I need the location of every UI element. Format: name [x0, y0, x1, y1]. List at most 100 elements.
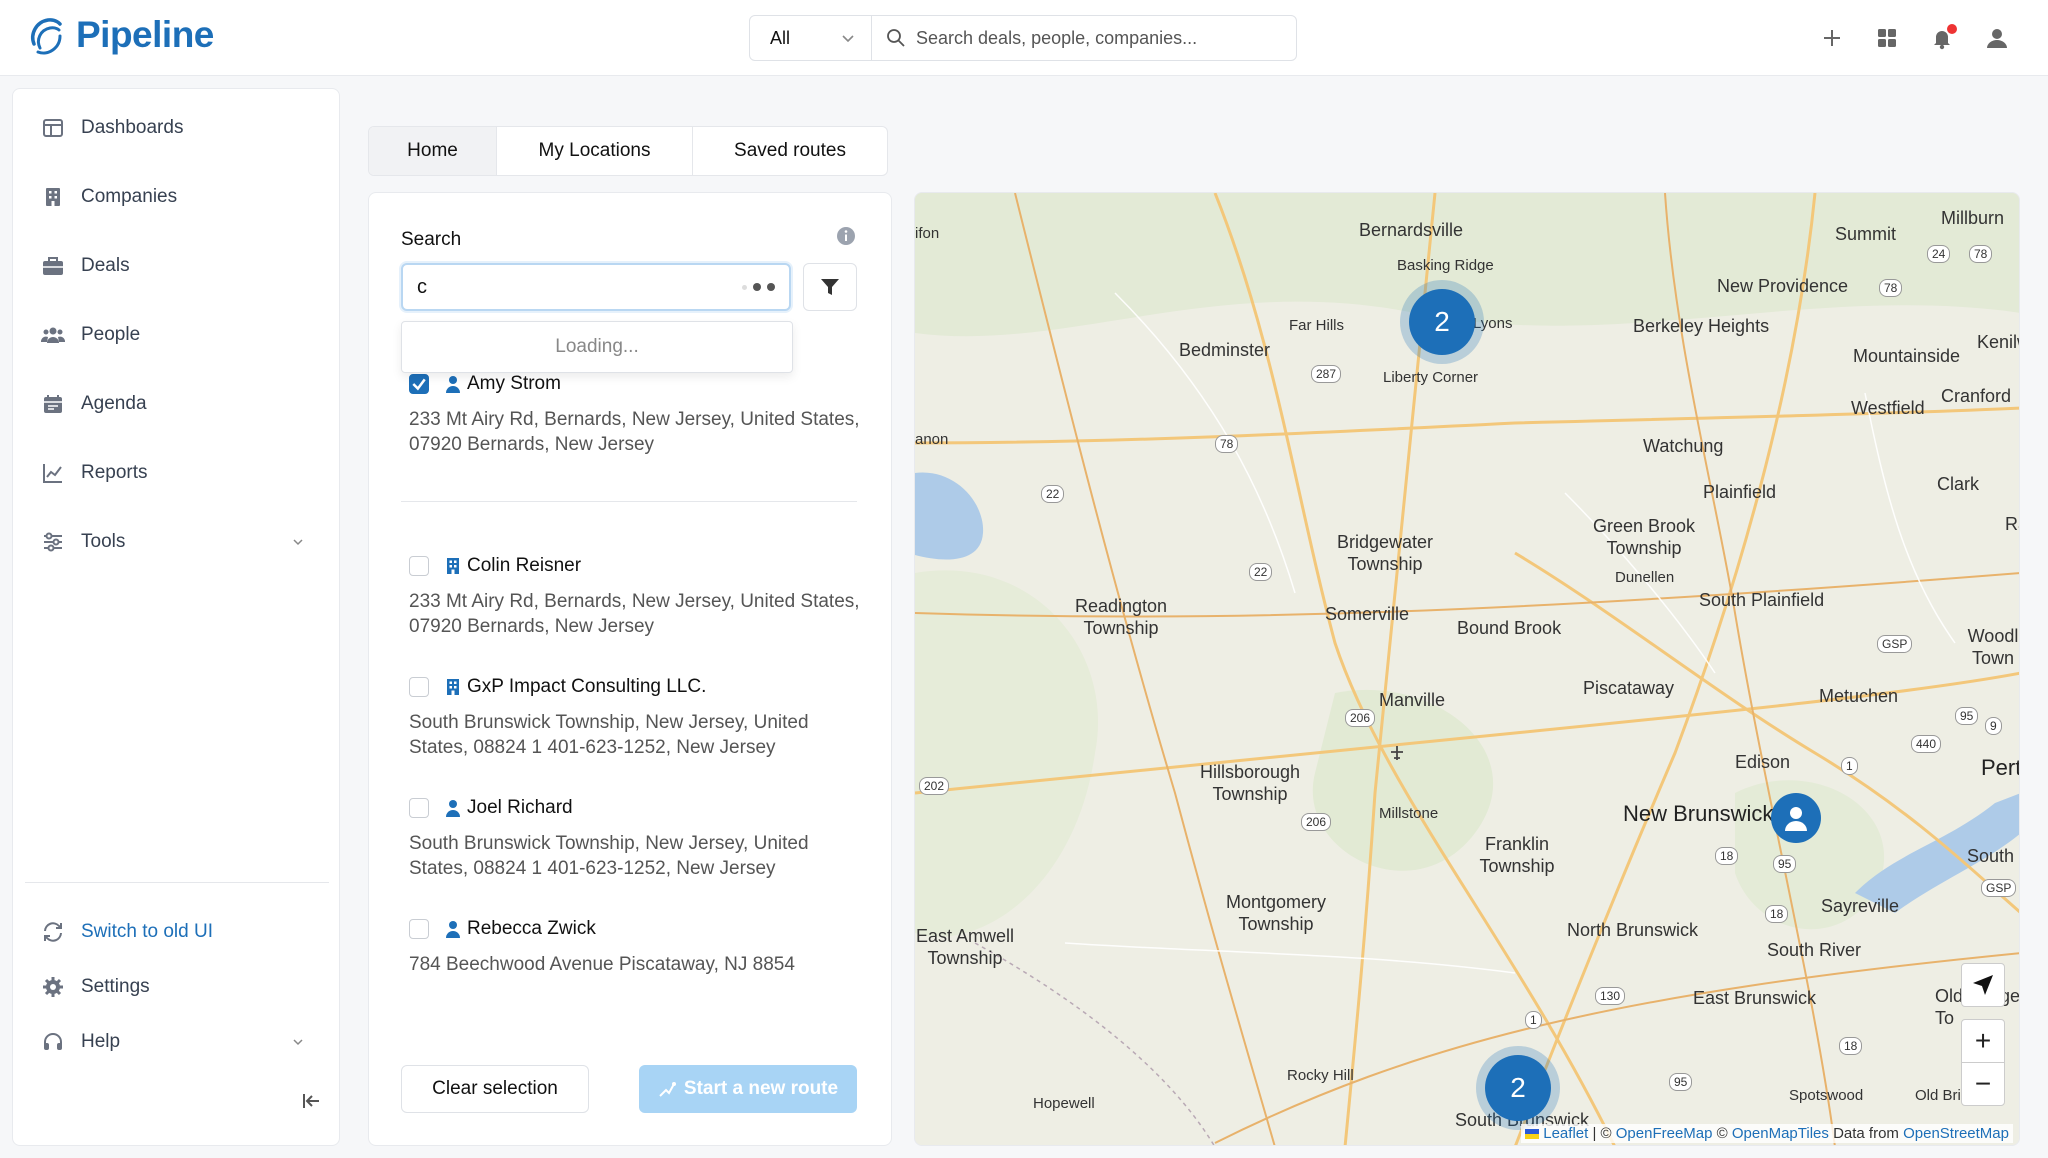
map-place-label: Somerville	[1325, 604, 1410, 624]
map-place-label: Hillsborough Township	[1199, 762, 1301, 804]
map-cluster-marker[interactable]: 2	[1485, 1055, 1551, 1121]
gear-icon	[43, 977, 63, 997]
result-address: South Brunswick Township, New Jersey, Un…	[409, 833, 809, 879]
sidebar-item-label: People	[81, 324, 141, 345]
map-place-label: Far Hills	[1289, 317, 1344, 334]
location-search-field	[401, 263, 791, 311]
map-place-label: Berkeley Heights	[1633, 316, 1770, 336]
road-shield: 22	[1041, 485, 1065, 503]
result-checkbox[interactable]	[409, 798, 429, 818]
map-place-label: Woodl Town	[1967, 626, 2019, 668]
sidebar-item-deals[interactable]: Deals	[13, 241, 339, 291]
chevron-down-icon	[293, 1039, 303, 1046]
sidebar-divider	[25, 882, 329, 883]
zoom-in-button[interactable]: +	[1961, 1019, 2005, 1063]
result-item: Joel Richard South Brunswick Township, N…	[409, 795, 879, 881]
result-item: GxP Impact Consulting LLC. South Brunswi…	[409, 674, 879, 760]
map-place-label: anon	[915, 431, 949, 448]
result-checkbox[interactable]	[409, 677, 429, 697]
map-place-label: Pert	[1981, 755, 2020, 780]
map-place-label: Lyons	[1473, 315, 1513, 332]
zoom-out-button[interactable]: −	[1961, 1062, 2005, 1106]
openmaptiles-link[interactable]: OpenMapTiles	[1732, 1125, 1829, 1142]
map-attribution: Leaflet | © OpenFreeMap © OpenMapTiles D…	[1521, 1124, 2013, 1143]
sidebar-item-settings[interactable]: Settings	[13, 962, 339, 1012]
map-place-label: Rocky Hill	[1287, 1067, 1354, 1084]
apps-grid-icon[interactable]	[1873, 24, 1901, 52]
map-place-label: East Amwell Township	[915, 926, 1015, 968]
map-person-marker[interactable]	[1771, 793, 1821, 843]
clear-selection-button[interactable]: Clear selection	[401, 1065, 589, 1113]
location-search-input[interactable]	[417, 275, 717, 299]
road-shield: 1	[1841, 757, 1858, 775]
global-search-input[interactable]	[916, 27, 1296, 49]
people-icon	[41, 327, 65, 343]
filter-button[interactable]	[803, 263, 857, 311]
road-shield: 24	[1927, 245, 1951, 263]
result-name[interactable]: Colin Reisner	[467, 555, 581, 577]
result-name[interactable]: Amy Strom	[467, 373, 561, 395]
map-place-label: Basking Ridge	[1397, 257, 1494, 274]
openstreetmap-link[interactable]: OpenStreetMap	[1903, 1125, 2009, 1142]
search-icon	[887, 29, 905, 47]
road-shield: 22	[1249, 563, 1273, 581]
result-address: South Brunswick Township, New Jersey, Un…	[409, 712, 809, 758]
map-place-label: Edison	[1735, 752, 1791, 772]
result-checkbox[interactable]	[409, 374, 429, 394]
search-scope-select[interactable]: All	[750, 16, 872, 60]
sidebar-item-tools[interactable]: Tools	[13, 517, 339, 567]
sidebar-item-label: Settings	[81, 976, 150, 997]
app-logo[interactable]: Pipeline	[26, 14, 214, 56]
info-icon[interactable]	[835, 225, 857, 247]
road-shield: 287	[1311, 365, 1342, 383]
map-place-label: ifon	[915, 225, 940, 242]
map-cluster-marker[interactable]: 2	[1409, 289, 1475, 355]
refresh-icon	[44, 922, 62, 942]
map-place-label: New Brunswick	[1623, 801, 1774, 826]
sidebar-item-reports[interactable]: Reports	[13, 448, 339, 498]
map-place-label: Dunellen	[1615, 569, 1675, 586]
map-place-label: Westfield	[1851, 398, 1925, 418]
building-icon	[46, 188, 60, 206]
collapse-sidebar-icon[interactable]	[299, 1089, 323, 1113]
map-place-label: Bridgewater Township	[1336, 532, 1434, 574]
road-shield: 95	[1773, 855, 1797, 873]
result-name[interactable]: Joel Richard	[467, 797, 573, 819]
map-place-label: Ra	[2005, 514, 2019, 534]
leaflet-link[interactable]: Leaflet	[1543, 1125, 1588, 1142]
route-tabs: Home My Locations Saved routes	[368, 126, 888, 176]
road-shield: GSP	[1981, 879, 2017, 897]
attribution-separator: | ©	[1592, 1125, 1612, 1142]
road-shield: 95	[1955, 707, 1979, 725]
start-new-route-button[interactable]: Start a new route	[639, 1065, 857, 1113]
sidebar-item-companies[interactable]: Companies	[13, 172, 339, 222]
locate-me-button[interactable]	[1961, 963, 2005, 1007]
search-panel: Search Loading... Amy Strom 233 Mt Airy …	[368, 192, 892, 1146]
map-place-label: South River	[1767, 940, 1862, 960]
result-name[interactable]: Rebecca Zwick	[467, 918, 596, 940]
sidebar-item-people[interactable]: People	[13, 310, 339, 360]
plus-icon[interactable]	[1818, 24, 1846, 52]
attribution-copyright: ©	[1716, 1125, 1728, 1142]
road-shield: 78	[1969, 245, 1993, 263]
tab-my-locations[interactable]: My Locations	[497, 127, 693, 175]
map-view[interactable]: Bernardsville Basking Ridge Far Hills Ly…	[914, 192, 2020, 1146]
map-place-label: Bernardsville	[1359, 220, 1464, 240]
openfreemap-link[interactable]: OpenFreeMap	[1616, 1125, 1713, 1142]
navigation-arrow-icon	[1973, 975, 1993, 995]
tab-saved-routes[interactable]: Saved routes	[693, 127, 887, 175]
map-place-label: East Brunswick	[1693, 988, 1817, 1008]
sliders-icon	[44, 532, 62, 552]
switch-old-ui-link[interactable]: Switch to old UI	[13, 907, 339, 957]
user-avatar-icon[interactable]	[1983, 24, 2011, 52]
result-name[interactable]: GxP Impact Consulting LLC.	[467, 676, 706, 698]
result-checkbox[interactable]	[409, 556, 429, 576]
road-shield: 18	[1765, 905, 1789, 923]
road-shield: 206	[1345, 709, 1376, 727]
sidebar-item-help[interactable]: Help	[13, 1017, 339, 1067]
sidebar-item-dashboards[interactable]: Dashboards	[13, 103, 339, 153]
tab-home[interactable]: Home	[369, 127, 497, 175]
map-place-label: Hopewell	[1033, 1095, 1095, 1112]
sidebar-item-agenda[interactable]: Agenda	[13, 379, 339, 429]
result-checkbox[interactable]	[409, 919, 429, 939]
